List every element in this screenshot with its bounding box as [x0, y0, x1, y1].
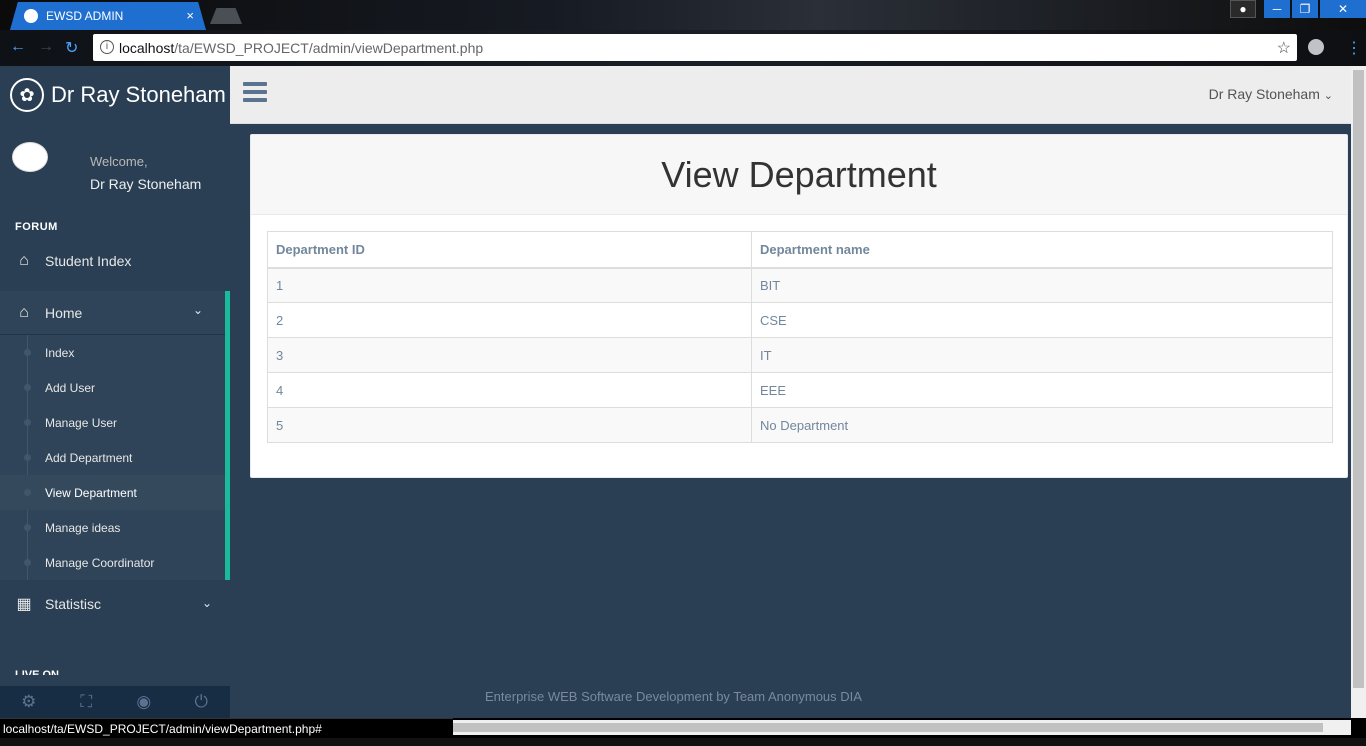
- table-icon: ▦: [16, 596, 32, 613]
- back-icon[interactable]: ←: [10, 38, 26, 56]
- brand[interactable]: ✿ Dr Ray Stoneham: [0, 66, 230, 124]
- sidebar-item-statistic[interactable]: ▦ Statistisc ⌄: [0, 584, 230, 624]
- new-tab-button[interactable]: [210, 8, 242, 24]
- column-header: Department ID: [267, 231, 752, 269]
- table-cell: 1: [267, 267, 752, 303]
- tab-close-icon[interactable]: ×: [186, 8, 194, 23]
- power-icon[interactable]: ⏻: [173, 686, 231, 718]
- sidebar-footer: ⚙ ⛶ ◉ ⏻: [0, 686, 230, 718]
- section-title-forum: FORUM: [15, 221, 58, 233]
- tab-title: EWSD ADMIN: [46, 9, 124, 23]
- chevron-down-icon: ⌄: [192, 303, 203, 317]
- top-nav: Dr Ray Stoneham ⌄: [230, 66, 1351, 124]
- app: ✿ Dr Ray Stoneham Welcome, Dr Ray Stoneh…: [0, 66, 1351, 718]
- sidebar-item-student-index[interactable]: ⌂ Student Index: [0, 241, 230, 281]
- table-row: 3 IT: [267, 337, 1333, 373]
- settings-icon[interactable]: ⚙: [0, 686, 58, 718]
- info-icon[interactable]: i: [100, 40, 114, 54]
- profile-icon[interactable]: ●: [1230, 0, 1256, 18]
- avatar: [12, 142, 48, 172]
- fullscreen-icon[interactable]: ⛶: [58, 686, 116, 718]
- sidebar-group-home: ⌂ Home ⌄ Index Add User Manage User Add …: [0, 291, 230, 580]
- url-host: localhost: [119, 39, 175, 56]
- home-icon: ⌂: [19, 303, 29, 321]
- window-close-icon[interactable]: ✕: [1320, 0, 1366, 18]
- sidebar: ✿ Dr Ray Stoneham Welcome, Dr Ray Stoneh…: [0, 66, 230, 718]
- chevron-down-icon: ⌄: [201, 596, 212, 610]
- page-title: View Department: [251, 135, 1347, 215]
- profile: Welcome, Dr Ray Stoneham: [0, 124, 230, 214]
- brand-name: Dr Ray Stoneham: [51, 82, 226, 107]
- table-cell: 5: [267, 407, 752, 443]
- table-header-row: Department ID Department name: [267, 231, 1333, 269]
- taskbar: [0, 738, 1366, 746]
- sidebar-item-home[interactable]: ⌂ Home ⌄: [0, 291, 225, 335]
- maximize-icon[interactable]: ❐: [1292, 0, 1318, 18]
- sidebar-subitem-index[interactable]: Index: [0, 335, 225, 370]
- table-cell: No Department: [751, 407, 1333, 443]
- browser-menu-icon[interactable]: ⋮: [1346, 38, 1362, 58]
- column-header: Department name: [751, 231, 1333, 269]
- table-cell: IT: [751, 337, 1333, 373]
- status-bar-url: localhost/ta/EWSD_PROJECT/admin/viewDepa…: [0, 718, 453, 738]
- user-menu[interactable]: Dr Ray Stoneham ⌄: [1209, 86, 1333, 102]
- bookmark-star-icon[interactable]: ☆: [1277, 38, 1291, 58]
- table-row: 2 CSE: [267, 302, 1333, 338]
- sidebar-subitem-manage-user[interactable]: Manage User: [0, 405, 225, 440]
- eye-slash-icon[interactable]: ◉: [115, 686, 173, 718]
- scrollbar-thumb[interactable]: [1353, 70, 1364, 688]
- reload-icon[interactable]: ↻: [65, 38, 78, 58]
- paw-icon: ✿: [10, 78, 44, 112]
- minimize-icon[interactable]: ─: [1264, 0, 1290, 18]
- chevron-down-icon: ⌄: [1323, 90, 1333, 102]
- sidebar-subitem-view-department[interactable]: View Department: [0, 475, 225, 510]
- sidebar-subitem-manage-coordinator[interactable]: Manage Coordinator: [0, 545, 225, 580]
- horizontal-scrollbar[interactable]: [453, 720, 1351, 735]
- table-cell: CSE: [751, 302, 1333, 338]
- vertical-scrollbar[interactable]: [1351, 66, 1366, 718]
- welcome-text: Welcome,: [90, 154, 148, 169]
- table-cell: 3: [267, 337, 752, 373]
- home-submenu: Index Add User Manage User Add Departmen…: [0, 335, 225, 580]
- table-row: 5 No Department: [267, 407, 1333, 443]
- department-table: Department ID Department name 1 BIT 2 CS…: [267, 231, 1333, 443]
- home-icon: ⌂: [19, 252, 29, 269]
- favicon-icon: [24, 9, 38, 23]
- window-controls: ● ─ ❐ ✕: [1230, 0, 1366, 20]
- table-cell: 2: [267, 302, 752, 338]
- sidebar-item-label: Home: [45, 304, 83, 321]
- section-title-live-on: LIVE ON: [15, 669, 60, 675]
- table-row: 1 BIT: [267, 267, 1333, 303]
- footer-text: Enterprise WEB Software Development by T…: [485, 689, 862, 704]
- extension-icon[interactable]: [1308, 39, 1324, 55]
- browser-toolbar: ← → ↻ i localhost/ta/EWSD_PROJECT/admin/…: [0, 30, 1366, 66]
- browser-tab[interactable]: EWSD ADMIN ×: [10, 2, 206, 30]
- scrollbar-thumb[interactable]: [453, 723, 1323, 732]
- profile-name: Dr Ray Stoneham: [90, 176, 202, 192]
- url-path: /ta/EWSD_PROJECT/admin/viewDepartment.ph…: [174, 39, 484, 56]
- table-row: 4 EEE: [267, 372, 1333, 408]
- sidebar-subitem-manage-ideas[interactable]: Manage ideas: [0, 510, 225, 545]
- sidebar-subitem-add-department[interactable]: Add Department: [0, 440, 225, 475]
- table-cell: EEE: [751, 372, 1333, 408]
- sidebar-item-label: Student Index: [45, 253, 132, 269]
- menu-toggle-icon[interactable]: [243, 82, 267, 104]
- sidebar-subitem-add-user[interactable]: Add User: [0, 370, 225, 405]
- address-bar[interactable]: i localhost/ta/EWSD_PROJECT/admin/viewDe…: [93, 34, 1297, 61]
- forward-icon[interactable]: →: [38, 38, 54, 56]
- sidebar-item-label: Statistisc: [45, 596, 102, 612]
- table-cell: BIT: [751, 267, 1333, 303]
- browser-tabbar: EWSD ADMIN × ● ─ ❐ ✕: [0, 0, 1366, 30]
- content-panel: View Department Department ID Department…: [250, 134, 1348, 478]
- user-menu-label: Dr Ray Stoneham: [1208, 86, 1320, 102]
- table-cell: 4: [267, 372, 752, 408]
